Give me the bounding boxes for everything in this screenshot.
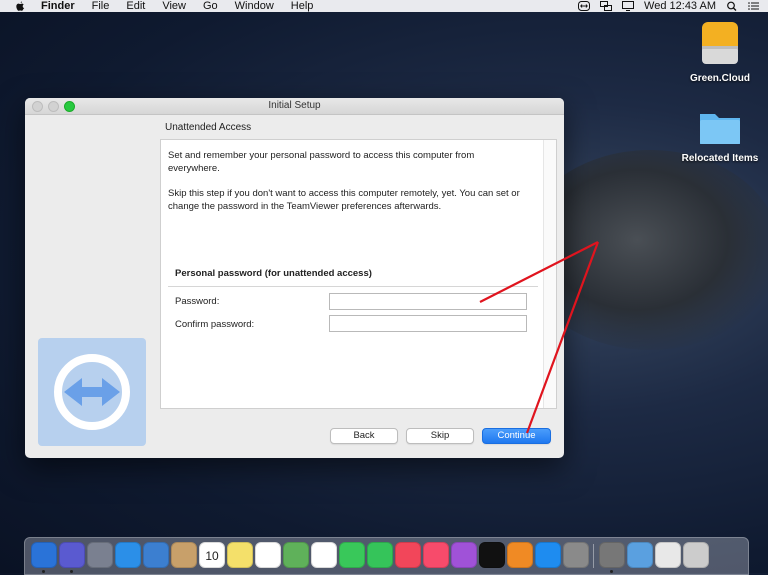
notes-icon[interactable] [227,542,253,568]
safari-icon[interactable] [115,542,141,568]
utility-icon[interactable] [599,542,625,568]
facetime-icon[interactable] [367,542,393,568]
system-preferences-icon[interactable] [563,542,589,568]
finder-icon[interactable] [31,542,57,568]
news-icon[interactable] [395,542,421,568]
screenshots-icon[interactable] [627,542,653,568]
annotation-line-to-password [479,241,599,303]
tv-icon[interactable] [479,542,505,568]
siri-icon[interactable] [59,542,85,568]
maps-icon[interactable] [283,542,309,568]
reminders-icon[interactable] [255,542,281,568]
app-store-icon[interactable] [535,542,561,568]
music-icon[interactable] [423,542,449,568]
dock-separator [593,544,594,568]
photos-icon[interactable] [311,542,337,568]
photo-preview-icon[interactable] [143,542,169,568]
annotation-arrows [479,241,600,434]
annotation-line-to-continue [525,241,600,434]
launchpad-icon[interactable] [87,542,113,568]
downloads-icon[interactable] [655,542,681,568]
trash-icon[interactable] [683,542,709,568]
podcasts-icon[interactable] [451,542,477,568]
contacts-icon[interactable] [171,542,197,568]
calendar-icon[interactable]: 10 [199,542,225,568]
messages-icon[interactable] [339,542,365,568]
books-icon[interactable] [507,542,533,568]
dock: 10 [24,537,749,575]
